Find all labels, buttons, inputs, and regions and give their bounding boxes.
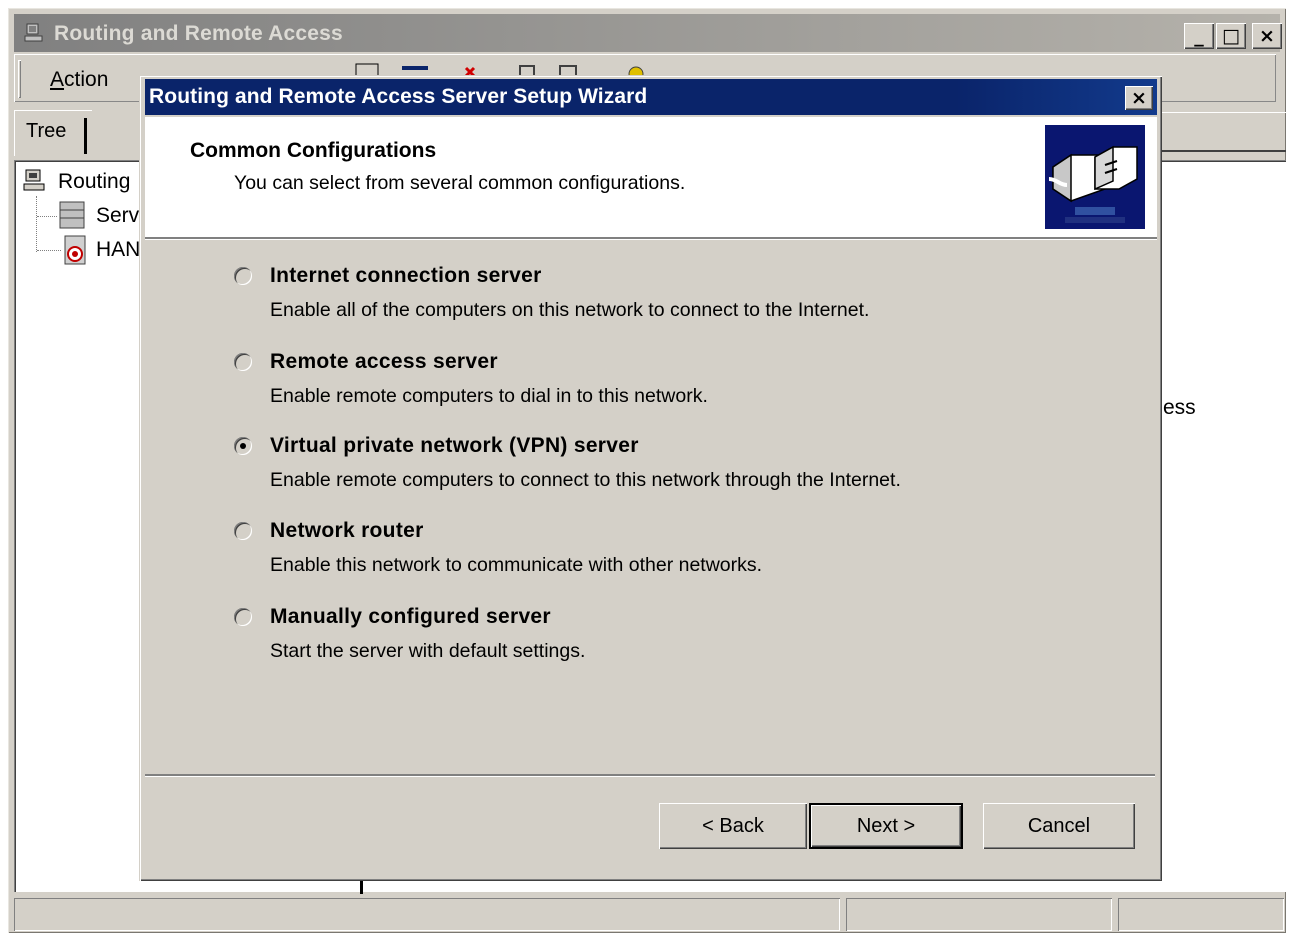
tree-tab[interactable]: Tree (14, 110, 92, 156)
status-bar (14, 898, 1286, 933)
menu-action[interactable]: Action (50, 68, 108, 92)
back-button[interactable]: < Back (659, 803, 807, 849)
status-pane (1118, 898, 1284, 931)
wizard-title: Routing and Remote Access Server Setup W… (149, 85, 648, 108)
option-description: Enable this network to communicate with … (270, 554, 763, 576)
cancel-button[interactable]: Cancel (983, 803, 1135, 849)
tree-item-routing[interactable]: Routing (58, 170, 130, 194)
right-pane-text: ess (1163, 396, 1196, 419)
radio-button[interactable] (234, 522, 252, 540)
computer-management-icon (23, 169, 45, 191)
right-pane-header (1160, 112, 1286, 152)
radio-button[interactable] (234, 267, 252, 285)
server-stopped-icon (64, 235, 86, 265)
tree-connector (37, 250, 61, 252)
option-label[interactable]: Internet connection server (270, 264, 542, 288)
tree-connector (36, 196, 38, 252)
tree-item-server-status[interactable]: Serv (96, 204, 139, 228)
main-title-bar[interactable]: Routing and Remote Access (14, 14, 1280, 52)
radio-button[interactable] (234, 608, 252, 626)
minimize-button[interactable]: _ (1184, 23, 1214, 49)
maximize-button[interactable]: □ (1216, 23, 1246, 49)
page-subtitle: You can select from several common confi… (234, 172, 686, 194)
option-description: Enable all of the computers on this netw… (270, 299, 870, 321)
server-status-icon (59, 201, 85, 229)
toolbar-grip[interactable] (18, 60, 21, 98)
button-separator (145, 774, 1155, 776)
wizard-title-bar[interactable]: Routing and Remote Access Server Setup W… (145, 79, 1157, 115)
radio-button[interactable] (234, 353, 252, 371)
tree-tab-label: Tree (26, 120, 67, 142)
computer-management-icon (24, 23, 43, 42)
main-window-title: Routing and Remote Access (54, 22, 343, 45)
option-label[interactable]: Manually configured server (270, 605, 551, 629)
option-label[interactable]: Network router (270, 519, 424, 543)
option-label[interactable]: Virtual private network (VPN) server (270, 434, 639, 458)
option-description: Start the server with default settings. (270, 640, 586, 662)
option-label[interactable]: Remote access server (270, 350, 498, 374)
wizard-close-button[interactable]: × (1125, 86, 1153, 110)
network-connection-icon (1045, 125, 1145, 229)
option-description: Enable remote computers to connect to th… (270, 469, 901, 491)
status-pane (14, 898, 840, 931)
setup-wizard-dialog: Routing and Remote Access Server Setup W… (139, 75, 1162, 881)
wizard-header: Common Configurations You can select fro… (145, 117, 1157, 239)
close-button[interactable]: × (1252, 23, 1282, 49)
radio-button-selected[interactable] (234, 437, 252, 455)
tree-item-server[interactable]: HAN (96, 238, 140, 262)
tree-connector (37, 216, 57, 218)
next-button[interactable]: Next > (809, 803, 963, 849)
page-title: Common Configurations (190, 139, 437, 162)
tab-divider (84, 118, 87, 154)
status-pane (846, 898, 1112, 931)
option-description: Enable remote computers to dial in to th… (270, 385, 708, 407)
